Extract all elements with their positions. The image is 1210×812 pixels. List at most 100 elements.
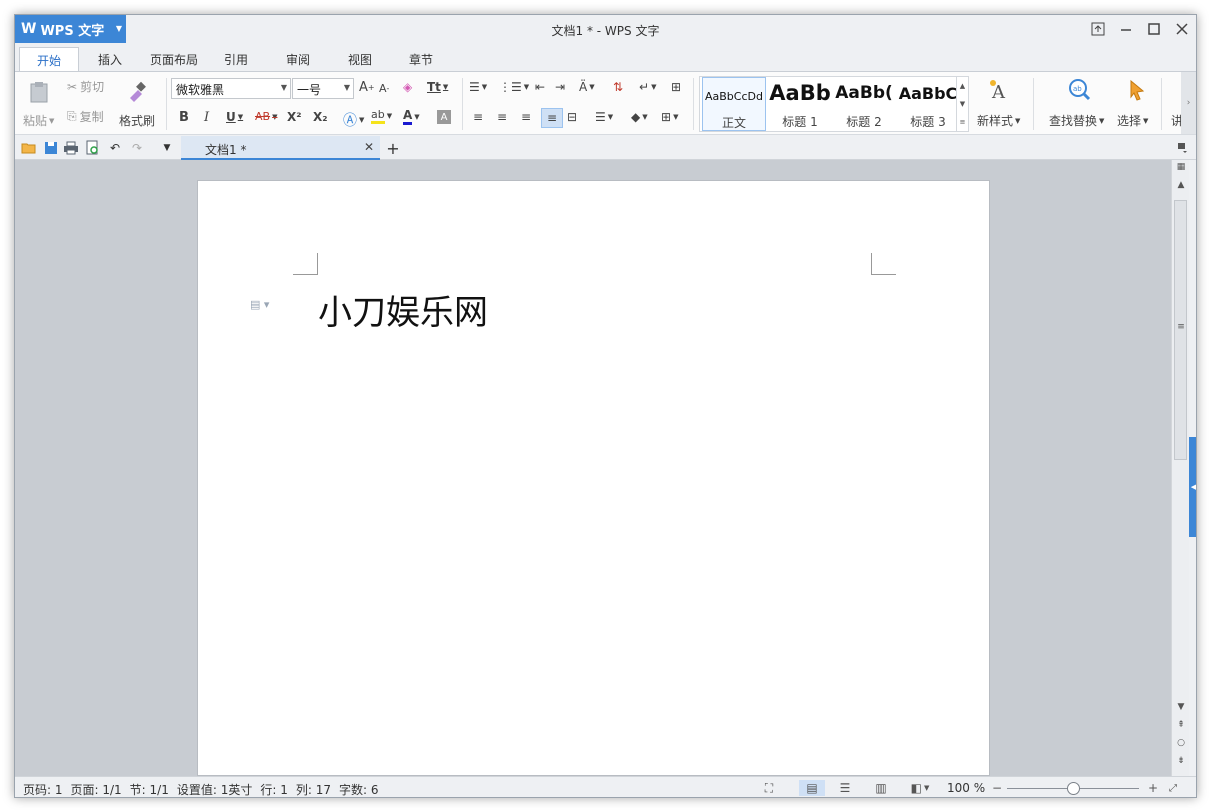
zoom-out-icon[interactable]: − — [989, 780, 1005, 796]
tab-chapter[interactable]: 章节 — [389, 47, 453, 71]
cursor-arrow-icon[interactable] — [1123, 76, 1151, 104]
web-view-icon[interactable]: ▥ — [873, 780, 889, 796]
subscript-button[interactable]: X₂ — [313, 110, 328, 124]
zoom-level[interactable]: 100 % — [947, 781, 985, 795]
split-view-icon[interactable]: ▦ — [1172, 162, 1190, 172]
print-preview-icon[interactable] — [85, 140, 101, 156]
status-word-count[interactable]: 字数: 6 — [339, 781, 379, 797]
status-row[interactable]: 行: 1 — [260, 781, 288, 797]
vertical-scrollbar[interactable]: ▦ ▲ ≡ ▼ ⇞ ○ ⇟ — [1171, 160, 1189, 776]
paragraph-handle-icon[interactable]: ▤ ▾ — [250, 298, 269, 311]
scroll-down-icon[interactable]: ▼ — [1172, 702, 1190, 712]
close-icon[interactable] — [1168, 15, 1196, 43]
customize-toolbar-icon[interactable]: ▼ — [159, 140, 175, 156]
bullet-list-button[interactable]: ☰ ▼ — [469, 80, 487, 94]
style-normal[interactable]: AaBbCcDd 正文 — [702, 77, 766, 131]
tab-insert[interactable]: 插入 — [79, 47, 141, 71]
ribbon-toggle-icon[interactable] — [1084, 15, 1112, 43]
full-screen-view-icon[interactable]: ⛶ — [761, 780, 777, 796]
font-name-select[interactable]: 微软雅黑 ▼ — [171, 78, 291, 99]
next-page-icon[interactable]: ⇟ — [1172, 756, 1190, 766]
redo-icon[interactable]: ↷ — [129, 140, 145, 156]
decrease-indent-icon[interactable]: ⇤ — [535, 80, 545, 94]
tab-references[interactable]: 引用 — [207, 47, 265, 71]
tab-view[interactable]: 视图 — [331, 47, 389, 71]
clear-format-icon[interactable]: ◈ — [403, 80, 412, 94]
ribbon-scroll-right-icon[interactable]: › — [1181, 72, 1196, 134]
font-size-select[interactable]: 一号 ▼ — [292, 78, 354, 99]
fit-window-icon[interactable]: ⤢ — [1165, 780, 1181, 796]
tab-menu-icon[interactable] — [1175, 140, 1191, 156]
increase-indent-icon[interactable]: ⇥ — [555, 80, 565, 94]
style-heading-2[interactable]: AaBb( 标题 2 — [832, 77, 896, 131]
align-left-icon[interactable]: ≡ — [473, 110, 483, 124]
tab-page-layout[interactable]: 页面布局 — [141, 47, 207, 71]
highlight-button[interactable]: ab ▼ — [371, 108, 392, 124]
new-style-button[interactable]: 新样式 ▼ — [977, 112, 1020, 129]
close-tab-icon[interactable]: ✕ — [364, 140, 374, 154]
expand-gallery-icon[interactable]: ≡ — [960, 118, 966, 126]
line-spacing-button[interactable]: ☰ ▼ — [595, 110, 613, 124]
chevron-down-icon[interactable]: ▼ — [960, 100, 965, 108]
page-view-icon[interactable]: ▤ — [799, 780, 825, 796]
style-heading-3[interactable]: AaBbC 标题 3 — [896, 77, 960, 131]
status-section[interactable]: 节: 1/1 — [130, 781, 169, 797]
font-color-button[interactable]: A ▼ — [403, 108, 420, 125]
numbered-list-button[interactable]: ⋮☰ ▼ — [499, 80, 529, 94]
minimize-icon[interactable] — [1112, 15, 1140, 43]
grow-font-button[interactable]: A + — [359, 80, 375, 95]
scroll-up-icon[interactable]: ▲ — [1172, 180, 1190, 190]
save-icon[interactable] — [43, 140, 59, 156]
paste-icon[interactable] — [25, 78, 53, 106]
sort-icon[interactable]: ⇅ — [613, 80, 623, 94]
zoom-slider-thumb[interactable] — [1067, 782, 1080, 795]
underline-button[interactable]: U ▼ — [226, 110, 243, 124]
document-body-text[interactable]: 小刀娱乐网 — [318, 285, 488, 334]
tab-home[interactable]: 开始 — [19, 47, 79, 71]
tab-review[interactable]: 审阅 — [265, 47, 331, 71]
maximize-icon[interactable] — [1140, 15, 1168, 43]
status-page-number[interactable]: 页码: 1 — [23, 781, 63, 797]
select-button[interactable]: 选择 ▼ — [1117, 112, 1148, 129]
find-replace-icon[interactable]: ab — [1065, 76, 1093, 104]
change-case-button[interactable]: Tt ▼ — [427, 80, 448, 94]
outline-view-icon[interactable]: ☰ — [837, 780, 853, 796]
cut-button[interactable]: ✂ 剪切 — [67, 78, 104, 95]
superscript-button[interactable]: X² — [287, 110, 302, 124]
doc-tab[interactable]: 文档1 * ✕ — [181, 136, 380, 160]
document-page[interactable]: ▤ ▾ 小刀娱乐网 — [197, 180, 990, 776]
align-right-icon[interactable]: ≡ — [521, 110, 531, 124]
print-icon[interactable] — [63, 140, 79, 156]
border-button[interactable]: ⊞ ▼ — [661, 110, 678, 124]
shading-button[interactable]: ◆ ▼ — [631, 110, 648, 124]
paste-button[interactable]: 粘贴 ▼ — [23, 112, 54, 129]
gallery-scroll[interactable]: ▲ ▼ ≡ — [956, 77, 968, 131]
status-setting[interactable]: 设置值: 1英寸 — [177, 781, 253, 797]
text-effect-button[interactable]: Ⓐ ▼ — [343, 110, 364, 130]
align-center-icon[interactable]: ≡ — [497, 110, 507, 124]
copy-button[interactable]: ⎘ 复制 — [67, 108, 104, 125]
style-heading-1[interactable]: AaBb 标题 1 — [768, 77, 832, 131]
distributed-align-icon[interactable]: ⊟ — [567, 110, 577, 124]
bold-button[interactable]: B — [179, 110, 189, 125]
paragraph-marks-button[interactable]: ↵ ▼ — [639, 80, 656, 94]
asian-layout-button[interactable]: Ä ▼ — [579, 80, 595, 94]
zoom-in-icon[interactable]: + — [1145, 780, 1161, 796]
format-painter-button[interactable]: 格式刷 — [119, 112, 155, 129]
strikethrough-button[interactable]: AB ▼ — [255, 110, 277, 123]
zoom-slider[interactable] — [1007, 782, 1139, 795]
italic-button[interactable]: I — [204, 110, 209, 125]
undo-icon[interactable]: ↶ — [107, 140, 123, 156]
char-shading-icon[interactable]: A — [437, 110, 451, 124]
reading-mode-icon[interactable]: ◧ ▼ — [907, 780, 933, 796]
new-style-icon[interactable]: A — [985, 76, 1013, 104]
status-pages[interactable]: 页面: 1/1 — [71, 781, 122, 797]
previous-page-icon[interactable]: ⇞ — [1172, 720, 1190, 730]
shrink-font-button[interactable]: A- — [379, 82, 389, 95]
format-painter-icon[interactable] — [123, 78, 151, 104]
select-browse-object-icon[interactable]: ○ — [1172, 738, 1190, 748]
find-replace-button[interactable]: 查找替换 ▼ — [1049, 112, 1104, 129]
new-tab-icon[interactable]: + — [385, 139, 401, 158]
table-icon[interactable]: ⊞ — [671, 80, 681, 94]
justify-icon[interactable]: ≡ — [541, 108, 563, 128]
